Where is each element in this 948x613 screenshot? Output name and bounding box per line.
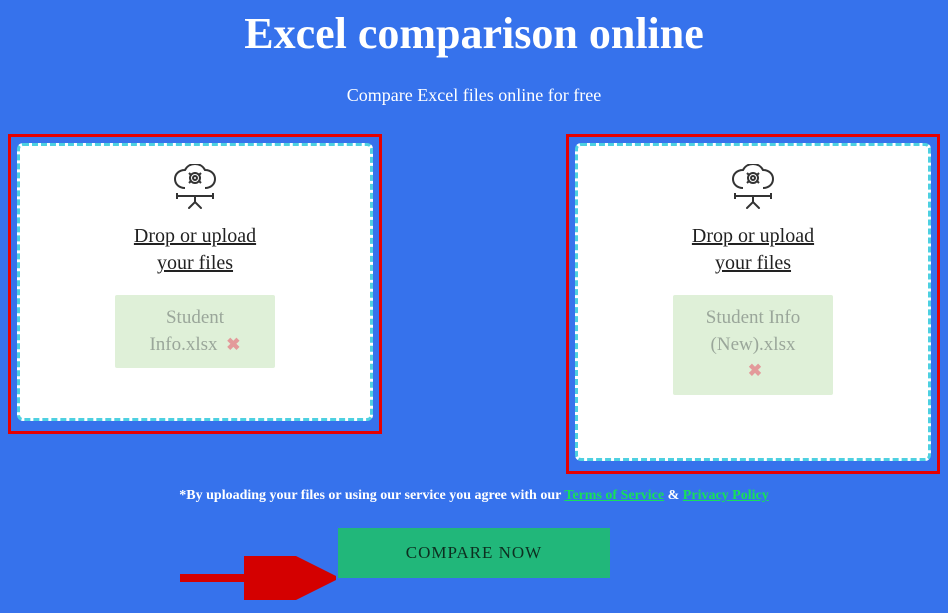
highlight-frame-left: Drop or upload your files Student Info.x… bbox=[8, 134, 382, 434]
dz-right-line2: your files bbox=[715, 252, 791, 274]
file-name-right: Student Info (New).xlsx bbox=[706, 307, 800, 355]
file-name-left: Student Info.xlsx bbox=[149, 307, 224, 355]
terms-of-service-link[interactable]: Terms of Service bbox=[564, 488, 664, 503]
compare-now-button[interactable]: COMPARE NOW bbox=[338, 528, 610, 578]
disclaimer-amp: & bbox=[668, 488, 683, 503]
disclaimer-prefix: *By uploading your files or using our se… bbox=[179, 488, 564, 503]
dz-right-line1: Drop or upload bbox=[692, 225, 814, 247]
file-chip-left: Student Info.xlsx ✖ bbox=[115, 295, 275, 368]
dropzone-right-label: Drop or upload your files bbox=[692, 223, 814, 277]
disclaimer-text: *By uploading your files or using our se… bbox=[0, 488, 948, 504]
dz-left-line1: Drop or upload bbox=[134, 225, 256, 247]
dropzone-left[interactable]: Drop or upload your files Student Info.x… bbox=[17, 143, 373, 421]
page-subtitle: Compare Excel files online for free bbox=[0, 65, 948, 134]
dz-left-line2: your files bbox=[157, 252, 233, 274]
cloud-upload-icon bbox=[725, 164, 781, 217]
arrow-annotation-icon bbox=[176, 556, 336, 600]
highlight-frame-right: Drop or upload your files Student Info (… bbox=[566, 134, 940, 474]
remove-file-right-icon[interactable]: ✖ bbox=[748, 361, 762, 380]
file-chip-right: Student Info (New).xlsx ✖ bbox=[673, 295, 833, 395]
dropzone-right[interactable]: Drop or upload your files Student Info (… bbox=[575, 143, 931, 461]
dropzone-left-label: Drop or upload your files bbox=[134, 223, 256, 277]
upload-row: Drop or upload your files Student Info.x… bbox=[0, 134, 948, 474]
cloud-upload-icon bbox=[167, 164, 223, 217]
remove-file-left-icon[interactable]: ✖ bbox=[226, 335, 240, 354]
page-title: Excel comparison online bbox=[0, 0, 948, 65]
privacy-policy-link[interactable]: Privacy Policy bbox=[683, 488, 769, 503]
